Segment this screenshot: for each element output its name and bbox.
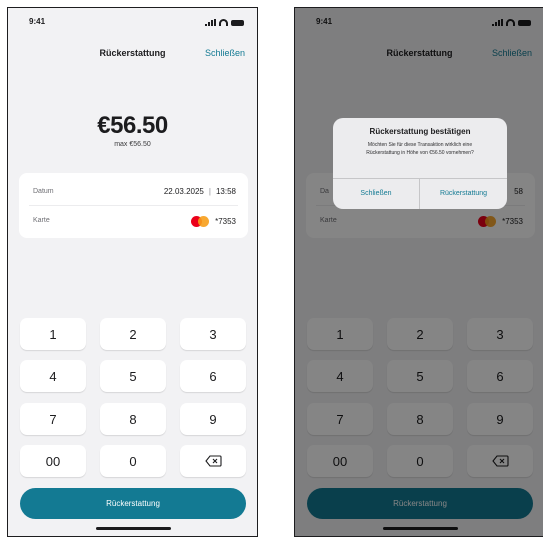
dialog-title: Rückerstattung bestätigen xyxy=(369,127,471,136)
wifi-icon xyxy=(219,19,228,26)
card-value: *7353 xyxy=(191,216,236,227)
details-divider xyxy=(29,205,238,206)
key-0[interactable]: 0 xyxy=(100,445,166,477)
key-6[interactable]: 6 xyxy=(180,360,246,392)
backspace-icon xyxy=(204,455,222,467)
backspace-key[interactable] xyxy=(180,445,246,477)
refund-button[interactable]: Rückerstattung xyxy=(20,488,246,519)
key-5[interactable]: 5 xyxy=(100,360,166,392)
home-indicator xyxy=(96,527,171,530)
status-time: 9:41 xyxy=(29,17,46,26)
dialog-cancel-button[interactable]: Schließen xyxy=(333,178,419,209)
signal-icon xyxy=(205,19,216,26)
transaction-date: 22.03.2025 xyxy=(163,187,204,196)
close-button[interactable]: Schließen xyxy=(205,48,245,58)
key-00[interactable]: 00 xyxy=(20,445,86,477)
date-value: 22.03.2025 | 13:58 xyxy=(164,187,236,196)
date-label: Datum xyxy=(33,188,54,195)
refund-entry-screen: 9:41 Rückerstattung Schließen €56.50 max… xyxy=(7,7,258,537)
key-2[interactable]: 2 xyxy=(100,318,166,350)
card-number-suffix: *7353 xyxy=(215,217,236,226)
dialog-confirm-button[interactable]: Rückerstattung xyxy=(420,178,507,209)
key-7[interactable]: 7 xyxy=(20,403,86,435)
key-3[interactable]: 3 xyxy=(180,318,246,350)
refund-confirm-screen: 9:41 Rückerstattung Schließen Da 58 Kart… xyxy=(294,7,543,537)
date-row: Datum 22.03.2025 | 13:58 xyxy=(33,185,236,201)
nav-bar: Rückerstattung Schließen xyxy=(8,48,257,64)
dialog-message: Möchten Sie für diese Transaktion wirkli… xyxy=(366,142,474,156)
mastercard-icon xyxy=(191,216,210,227)
transaction-time: 13:58 xyxy=(215,187,236,196)
confirm-dialog: Rückerstattung bestätigen Möchten Sie fü… xyxy=(333,118,507,209)
key-9[interactable]: 9 xyxy=(180,403,246,435)
key-4[interactable]: 4 xyxy=(20,360,86,392)
card-row: Karte *7353 xyxy=(33,214,236,230)
status-bar: 9:41 xyxy=(8,17,257,31)
modal-backdrop xyxy=(295,8,543,536)
key-1[interactable]: 1 xyxy=(20,318,86,350)
refund-amount: €56.50 xyxy=(97,112,168,139)
transaction-details-card: Datum 22.03.2025 | 13:58 Karte *7353 xyxy=(19,173,248,238)
status-icons xyxy=(205,19,244,26)
numeric-keypad: 1 2 3 4 5 6 7 8 9 00 0 xyxy=(20,318,246,477)
refund-max-amount: max €56.50 xyxy=(114,141,151,148)
date-time-separator: | xyxy=(208,187,211,196)
card-label: Karte xyxy=(33,217,50,224)
battery-icon xyxy=(231,20,244,26)
key-8[interactable]: 8 xyxy=(100,403,166,435)
